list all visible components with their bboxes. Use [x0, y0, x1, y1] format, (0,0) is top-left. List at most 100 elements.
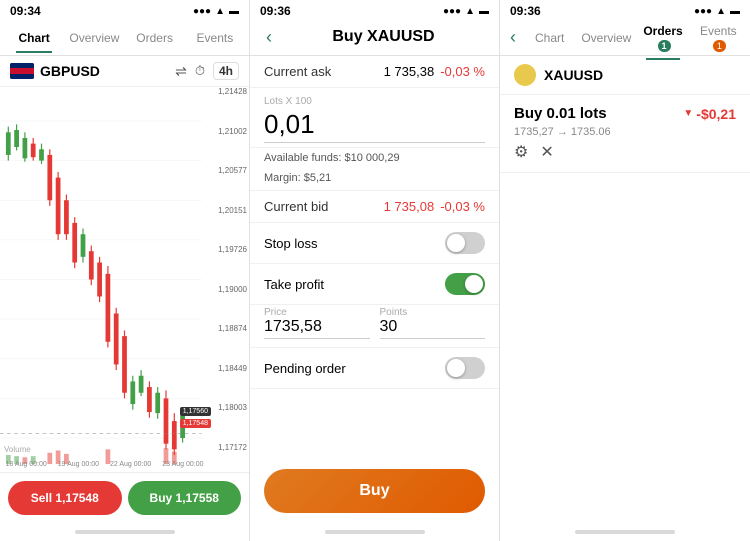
signal-icon-2: ●●● — [443, 6, 461, 17]
stop-loss-label: Stop loss — [264, 236, 317, 251]
current-bid-value: 1 735,08 — [384, 199, 435, 214]
lots-sublabel: Lots X 100 — [264, 96, 485, 107]
instrument-info-1: GBPUSD — [10, 63, 100, 79]
stop-loss-row: Stop loss — [250, 223, 499, 264]
tab-orders-3[interactable]: Orders 1 — [635, 16, 690, 60]
instrument-controls-1: ⇌ ⏱ 4h — [175, 62, 239, 80]
lots-value[interactable]: 0,01 — [264, 109, 485, 143]
xau-icon — [514, 64, 536, 86]
points-value[interactable]: 30 — [380, 318, 486, 339]
current-bid-label: Current bid — [264, 199, 328, 214]
take-profit-label: Take profit — [264, 277, 324, 292]
price-group: Price 1735,58 — [264, 307, 370, 339]
signal-icon-1: ●●● — [193, 6, 211, 17]
status-bar-2: 09:36 ●●● ▲ ▬ — [250, 0, 499, 20]
clock-icon: ⏱ — [195, 63, 205, 79]
chart-type-icon[interactable]: ⇌ — [175, 63, 187, 80]
orders-badge: 1 — [658, 40, 671, 52]
nav-tabs-3: ‹ Chart Overview Orders 1 Events 1 — [500, 20, 750, 56]
instrument-name-1: GBPUSD — [40, 63, 100, 79]
pending-order-row: Pending order — [250, 348, 499, 389]
home-indicator-3 — [500, 523, 750, 541]
tab-events-3[interactable]: Events 1 — [691, 16, 746, 60]
chart-panel: 09:34 ●●● ▲ ▬ Chart Overview Orders Even… — [0, 0, 250, 541]
status-icons-1: ●●● ▲ ▬ — [193, 6, 239, 17]
order-form-title: Buy XAUUSD — [278, 24, 489, 52]
tab-overview-3[interactable]: Overview — [577, 23, 635, 53]
tab-chart-1[interactable]: Chart — [4, 23, 64, 53]
points-group: Points 30 — [380, 307, 486, 339]
home-bar-2 — [325, 530, 425, 534]
candlestick-chart — [0, 87, 249, 472]
home-bar-3 — [575, 530, 675, 534]
margin-row: Margin: $5,21 — [250, 168, 499, 191]
current-bid-change: -0,03 % — [440, 199, 485, 214]
home-indicator-2 — [250, 523, 499, 541]
chart-area[interactable]: 1,21428 1,21002 1,20577 1,20151 1,19726 … — [0, 87, 249, 472]
order-item-top: Buy 0.01 lots ▼ -$0,21 — [514, 105, 736, 122]
battery-icon-2: ▬ — [479, 6, 489, 17]
flag-icon-1 — [10, 63, 34, 79]
tab-chart-3[interactable]: Chart — [522, 23, 577, 53]
tab-overview-1[interactable]: Overview — [64, 23, 124, 53]
available-funds-label: Available funds: $10 000,29 — [264, 152, 400, 164]
order-pnl: ▼ -$0,21 — [683, 106, 736, 122]
price-label: Price — [264, 307, 370, 318]
sell-button[interactable]: Sell 1,17548 — [8, 481, 122, 515]
arrow-down-icon: ▼ — [683, 108, 693, 119]
time-2: 09:36 — [260, 4, 291, 18]
trade-buttons: Sell 1,17548 Buy 1,17558 — [0, 472, 249, 523]
battery-icon-1: ▬ — [229, 6, 239, 17]
take-profit-toggle[interactable] — [445, 273, 485, 295]
back-button-3[interactable]: ‹ — [504, 27, 522, 48]
buy-main-button[interactable]: Buy — [264, 469, 485, 513]
available-funds-row: Available funds: $10 000,29 — [250, 148, 499, 168]
orders-instrument: XAUUSD — [500, 56, 750, 95]
price-labels: 1,21428 1,21002 1,20577 1,20151 1,19726 … — [218, 87, 247, 452]
time-1: 09:34 — [10, 4, 41, 18]
current-ask-label: Current ask — [264, 64, 331, 79]
volume-label: Volume — [4, 445, 31, 454]
orders-panel: 09:36 ●●● ▲ ▬ ‹ Chart Overview Orders 1 … — [500, 0, 750, 541]
lots-section: Lots X 100 0,01 — [250, 88, 499, 148]
events-badge: 1 — [713, 40, 726, 52]
instrument-header-1: GBPUSD ⇌ ⏱ 4h — [0, 56, 249, 87]
nav-tabs-1: Chart Overview Orders Events — [0, 20, 249, 56]
stop-loss-toggle[interactable] — [445, 232, 485, 254]
timeframe-button[interactable]: 4h — [213, 62, 239, 80]
date-labels: 18 Aug 00:00 19 Aug 00:00 22 Aug 00:00 2… — [0, 456, 209, 472]
status-bar-1: 09:34 ●●● ▲ ▬ — [0, 0, 249, 20]
price-value[interactable]: 1735,58 — [264, 318, 370, 339]
tab-orders-1[interactable]: Orders — [125, 23, 185, 53]
points-label: Points — [380, 307, 486, 318]
pending-order-toggle[interactable] — [445, 357, 485, 379]
order-nav: ‹ Buy XAUUSD — [250, 20, 499, 56]
wifi-icon-1: ▲ — [215, 6, 225, 17]
order-pnl-value: -$0,21 — [696, 106, 736, 122]
home-indicator-1 — [0, 523, 249, 541]
margin-value: $5,21 — [304, 172, 332, 184]
price-points-row: Price 1735,58 Points 30 — [250, 305, 499, 348]
order-actions: ⚙ ✕ — [514, 142, 736, 162]
close-order-icon[interactable]: ✕ — [540, 142, 553, 162]
status-icons-2: ●●● ▲ ▬ — [443, 6, 489, 17]
pending-order-label: Pending order — [264, 361, 346, 376]
current-ask-value: 1 735,38 — [384, 64, 435, 79]
order-form-panel: 09:36 ●●● ▲ ▬ ‹ Buy XAUUSD Current ask 1… — [250, 0, 500, 541]
time-3: 09:36 — [510, 4, 541, 18]
wifi-icon-2: ▲ — [465, 6, 475, 17]
order-lots: Buy 0.01 lots — [514, 105, 607, 122]
take-profit-row: Take profit — [250, 264, 499, 305]
price-tag-dark: 1,17560 — [180, 407, 211, 416]
current-ask-row: Current ask 1 735,38 -0,03 % — [250, 56, 499, 88]
tab-events-1[interactable]: Events — [185, 23, 245, 53]
current-ask-change: -0,03 % — [440, 64, 485, 79]
settings-icon[interactable]: ⚙ — [514, 142, 528, 162]
orders-instrument-name: XAUUSD — [544, 67, 603, 83]
buy-button[interactable]: Buy 1,17558 — [128, 481, 242, 515]
margin-label: Margin: — [264, 172, 301, 184]
order-prices: 1735,27 → 1735.06 — [514, 126, 736, 138]
current-bid-row: Current bid 1 735,08 -0,03 % — [250, 191, 499, 223]
home-bar-1 — [75, 530, 175, 534]
back-button-2[interactable]: ‹ — [260, 27, 278, 48]
